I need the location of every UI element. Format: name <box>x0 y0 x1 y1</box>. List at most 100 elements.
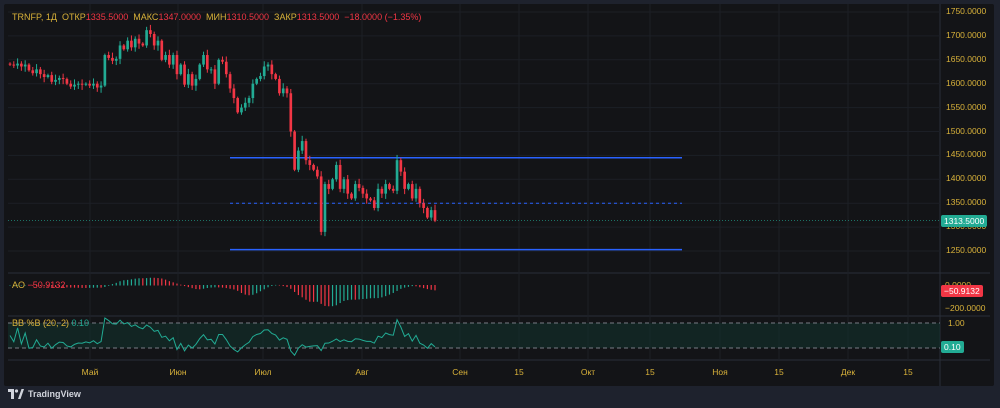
candle-body <box>46 75 50 78</box>
candle-body <box>160 40 164 60</box>
candle-body <box>190 74 194 86</box>
candle-body <box>168 55 171 65</box>
candle-body <box>380 188 384 194</box>
candle-body <box>262 66 266 77</box>
candle-body <box>308 160 312 165</box>
candle-body <box>297 150 300 170</box>
ao-axis-min: −200.0000 <box>945 303 986 313</box>
candle-body <box>84 83 88 85</box>
candle-body <box>35 69 38 74</box>
candle-body <box>126 40 129 50</box>
candle-body <box>414 188 418 199</box>
candle-body <box>27 64 31 71</box>
candle-body <box>164 55 167 60</box>
candle-body <box>422 203 425 208</box>
candle-body <box>202 55 205 65</box>
candle-body <box>259 76 262 79</box>
price-chart[interactable] <box>0 0 1000 408</box>
open-label: ОТКР <box>61 12 86 22</box>
bb-band-fill <box>8 323 940 348</box>
price-axis-label: 1350.0000 <box>946 197 987 208</box>
price-axis-label: 1500.0000 <box>946 125 987 136</box>
time-axis-label: Авг <box>355 367 369 377</box>
candle-body <box>350 193 353 199</box>
candle-body <box>243 102 247 108</box>
bb-axis-upper: 1.00 <box>948 318 965 328</box>
candle-body <box>8 63 12 65</box>
candle-body <box>73 84 76 87</box>
candle-body <box>187 74 190 85</box>
time-axis-label: 15 <box>774 367 784 377</box>
candle-body <box>240 107 243 113</box>
ao-label: AO <box>12 280 26 290</box>
candle-body <box>384 184 387 194</box>
candle-body <box>92 83 95 86</box>
symbol-label[interactable]: TRNFP, 1Д <box>12 12 57 22</box>
candle-body <box>54 79 57 82</box>
time-axis-label: Май <box>81 367 99 377</box>
candle-body <box>357 184 361 188</box>
candle-body <box>217 59 221 84</box>
candle-body <box>251 83 255 99</box>
bb-legend[interactable]: BB %B (20, 2) 0.10 <box>12 318 89 328</box>
candle-body <box>156 40 160 46</box>
time-axis-label: Июл <box>254 367 272 377</box>
tradingview-logo[interactable]: TradingView <box>8 389 81 399</box>
candle-body <box>133 38 137 48</box>
candle-body <box>137 38 141 44</box>
candle-body <box>107 55 110 58</box>
candle-body <box>285 88 289 94</box>
candle-body <box>205 55 209 70</box>
candle-body <box>304 141 308 161</box>
candle-body <box>426 207 429 218</box>
close-value: 1313.5000 <box>296 12 340 22</box>
price-axis-label: 1700.0000 <box>946 29 987 40</box>
candle-body <box>335 164 338 180</box>
candle-body <box>99 85 103 88</box>
candle-body <box>118 45 122 59</box>
candle-body <box>16 63 19 66</box>
candle-body <box>281 88 285 94</box>
candle-body <box>130 40 133 48</box>
candle-body <box>61 77 65 79</box>
candle-body <box>80 83 84 85</box>
high-value: 1347.0000 <box>158 12 201 22</box>
candle-body <box>111 57 114 61</box>
candle-body <box>152 33 156 46</box>
candle-body <box>221 59 224 62</box>
ao-value: −50.9132 <box>27 280 66 290</box>
candle-body <box>175 55 179 75</box>
candle-body <box>122 45 126 50</box>
candle-body <box>418 188 422 204</box>
candle-body <box>171 55 175 65</box>
last-price-tag: 1313.5000 <box>941 215 988 227</box>
ohlc-legend: TRNFP, 1Д ОТКР1335.5000 МАКС1347.0000 МИ… <box>12 12 421 22</box>
candle-body <box>407 184 410 189</box>
price-axis-label: 1600.0000 <box>946 77 987 88</box>
bb-value: 0.10 <box>71 318 90 328</box>
price-axis-label: 1550.0000 <box>946 101 987 112</box>
time-axis-label: 15 <box>514 367 524 377</box>
candle-body <box>95 83 99 88</box>
candle-body <box>331 179 334 189</box>
price-axis-label: 1400.0000 <box>946 173 987 184</box>
candle-body <box>145 30 148 46</box>
candle-body <box>39 69 42 75</box>
ao-legend[interactable]: AO −50.9132 <box>12 280 65 290</box>
candle-body <box>391 188 395 191</box>
candle-body <box>247 98 251 103</box>
candle-body <box>20 63 23 67</box>
low-label: МИН <box>206 12 227 22</box>
price-axis-label: 1650.0000 <box>946 53 987 64</box>
candle-body <box>278 78 281 94</box>
candle-body <box>274 74 277 79</box>
candle-body <box>12 64 16 66</box>
candle-body <box>369 198 372 201</box>
candle-body <box>58 77 61 80</box>
candle-body <box>31 70 35 74</box>
time-axis-label: Окт <box>580 367 596 377</box>
candle-body <box>388 184 391 189</box>
change-value: −18.0000 (−1.35%) <box>344 12 422 22</box>
candle-body <box>236 98 240 113</box>
candle-body <box>198 64 202 79</box>
